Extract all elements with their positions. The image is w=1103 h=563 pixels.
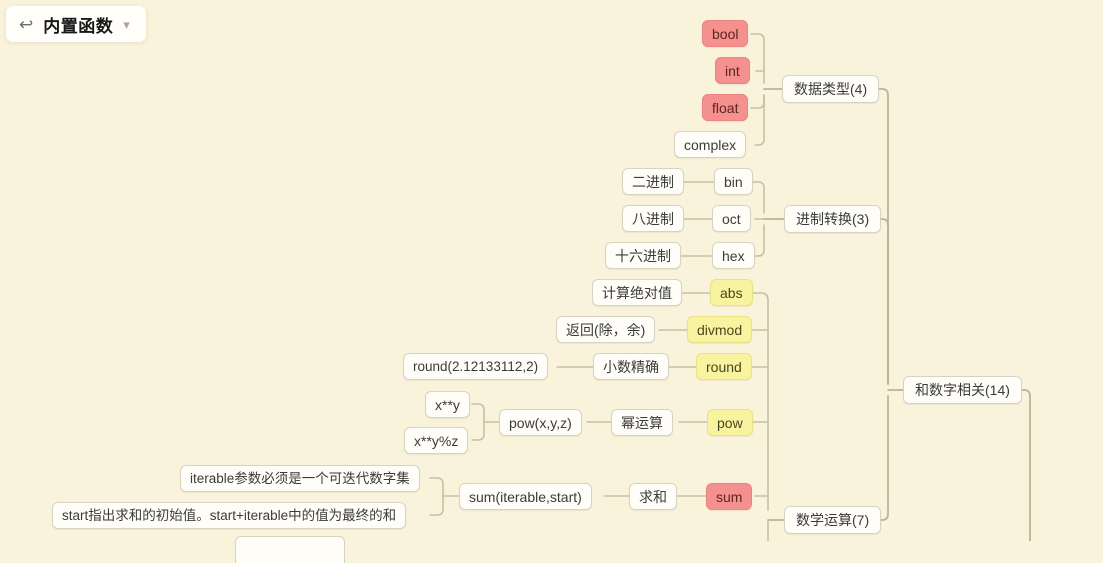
node-sum-desc[interactable]: 求和	[629, 483, 677, 510]
node-sum[interactable]: sum	[706, 483, 753, 510]
node-bool[interactable]: bool	[702, 20, 749, 47]
node-hex-desc[interactable]: 十六进制	[605, 242, 681, 269]
node-sum-signature[interactable]: sum(iterable,start)	[459, 483, 592, 510]
node-sum-note-start[interactable]: start指出求和的初始值。start+iterable中的值为最终的和	[52, 502, 407, 529]
node-pow-desc[interactable]: 幂运算	[611, 409, 673, 436]
node-round[interactable]: round	[696, 353, 752, 380]
page-title: 内置函数	[43, 16, 114, 36]
node-hex[interactable]: hex	[712, 242, 755, 269]
branch-data-types[interactable]: 数据类型(4)	[782, 75, 880, 103]
node-sum-note-iterable[interactable]: iterable参数必须是一个可迭代数字集	[180, 465, 420, 492]
node-abs[interactable]: abs	[710, 279, 753, 306]
breadcrumb-pill[interactable]: ↩ 内置函数 ▾	[6, 6, 146, 42]
node-binary-desc[interactable]: 二进制	[622, 168, 684, 195]
node-abs-desc[interactable]: 计算绝对值	[592, 279, 682, 306]
branch-number-related[interactable]: 和数字相关(14)	[903, 376, 1022, 404]
node-oct[interactable]: oct	[712, 205, 751, 232]
node-pow-arg-xymodz[interactable]: x**y%z	[404, 427, 469, 454]
node-divmod-desc[interactable]: 返回(除，余)	[556, 316, 656, 343]
node-complex[interactable]: complex	[674, 131, 747, 158]
node-pow-arg-xy[interactable]: x**y	[425, 391, 470, 418]
branch-radix-conversion[interactable]: 进制转换(3)	[784, 205, 882, 233]
node-round-example[interactable]: round(2.12133112,2)	[403, 353, 549, 380]
node-round-desc[interactable]: 小数精确	[593, 353, 669, 380]
node-pow-signature[interactable]: pow(x,y,z)	[499, 409, 582, 436]
node-divmod[interactable]: divmod	[687, 316, 753, 343]
node-bin[interactable]: bin	[714, 168, 753, 195]
node-octal-desc[interactable]: 八进制	[622, 205, 684, 232]
node-clipped-bottom[interactable]	[235, 536, 345, 563]
branch-math-operations[interactable]: 数学运算(7)	[784, 506, 882, 534]
chevron-down-icon[interactable]: ▾	[123, 18, 130, 31]
node-float[interactable]: float	[702, 94, 749, 121]
back-arrow-icon[interactable]: ↩	[19, 16, 33, 33]
node-int[interactable]: int	[715, 57, 750, 84]
node-pow[interactable]: pow	[707, 409, 753, 436]
connector-lines	[429, 33, 1031, 541]
mindmap-canvas[interactable]: ↩ 内置函数 ▾ bool int float complex 数据类型(4) …	[0, 0, 1103, 563]
